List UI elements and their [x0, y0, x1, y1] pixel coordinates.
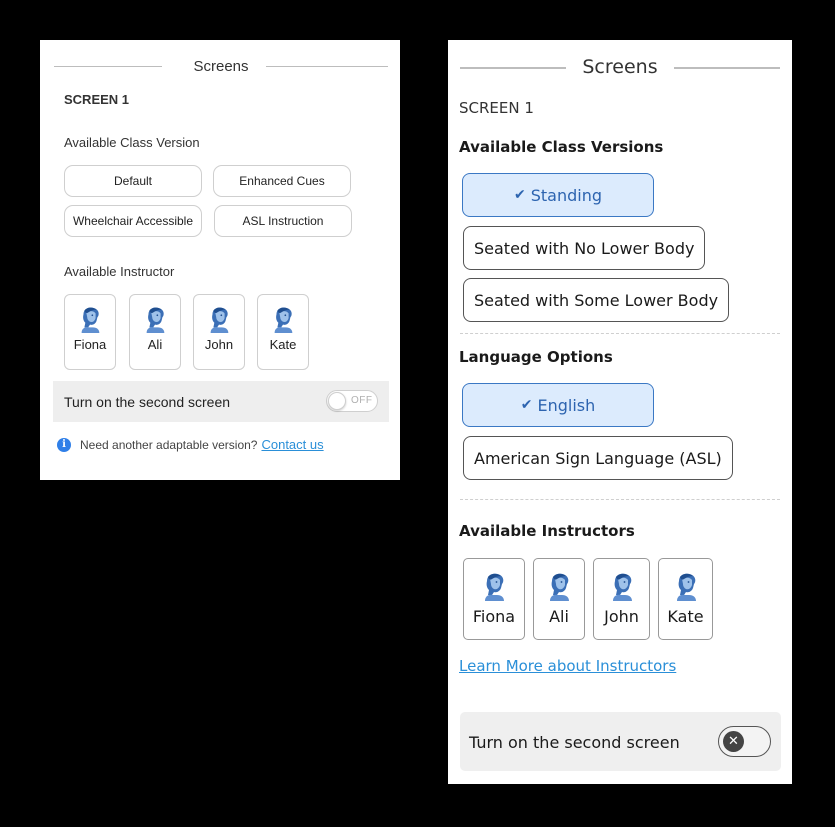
- avatar-icon: [205, 305, 233, 333]
- info-row: i Need another adaptable version? Contac…: [57, 437, 324, 452]
- option-label: Standing: [530, 185, 602, 205]
- instructor-name: John: [604, 607, 639, 626]
- second-screen-row: Turn on the second screen OFF: [53, 381, 389, 422]
- instructor-card-ali[interactable]: Ali: [533, 558, 585, 640]
- class-version-seated-some-lower[interactable]: Seated with Some Lower Body: [463, 278, 730, 322]
- second-screen-row: Turn on the second screen ✕: [460, 712, 781, 771]
- option-label: English: [537, 395, 596, 415]
- avatar-icon: [607, 571, 637, 601]
- contact-us-link[interactable]: Contact us: [261, 437, 323, 452]
- class-version-wheelchair[interactable]: Wheelchair Accessible: [64, 205, 202, 237]
- instructor-name: Kate: [667, 607, 704, 626]
- instructor-name: Ali: [147, 337, 163, 352]
- info-icon: i: [57, 437, 71, 452]
- header-divider-right: [674, 67, 780, 69]
- panel-header: Screens: [460, 56, 780, 80]
- section-divider: [460, 499, 780, 500]
- instructor-name: Fiona: [73, 337, 107, 352]
- avatar-icon: [544, 571, 574, 601]
- instructor-card-fiona[interactable]: Fiona: [64, 294, 116, 370]
- avatar-icon: [141, 305, 169, 333]
- instructor-name: Fiona: [472, 607, 516, 626]
- toggle-knob: [328, 392, 346, 410]
- instructors-heading: Available Instructors: [459, 522, 635, 540]
- second-screen-label: Turn on the second screen: [64, 394, 231, 410]
- instructor-card-john[interactable]: John: [193, 294, 245, 370]
- class-version-default[interactable]: Default: [64, 165, 202, 197]
- language-asl[interactable]: American Sign Language (ASL): [463, 436, 733, 480]
- instructor-name: Ali: [549, 607, 569, 626]
- screens-panel-compact: Screens SCREEN 1 Available Class Version…: [40, 40, 400, 480]
- class-versions-heading: Available Class Versions: [459, 138, 664, 156]
- class-version-heading: Available Class Version: [64, 135, 200, 150]
- class-version-standing[interactable]: ✔ Standing: [462, 173, 654, 217]
- close-icon: ✕: [723, 731, 744, 752]
- header-divider-right: [266, 66, 388, 67]
- screen-label: SCREEN 1: [64, 92, 130, 107]
- instructor-name: Kate: [269, 337, 297, 352]
- learn-more-instructors-link[interactable]: Learn More about Instructors: [459, 657, 676, 675]
- class-version-seated-no-lower[interactable]: Seated with No Lower Body: [463, 226, 706, 270]
- screen-label: SCREEN 1: [459, 99, 534, 117]
- toggle-state-label: OFF: [351, 395, 373, 406]
- instructor-card-kate[interactable]: Kate: [257, 294, 309, 370]
- avatar-icon: [76, 305, 104, 333]
- checkmark-icon: ✔: [520, 397, 533, 413]
- checkmark-icon: ✔: [513, 187, 526, 203]
- language-english[interactable]: ✔ English: [462, 383, 654, 427]
- avatar-icon: [671, 571, 701, 601]
- class-version-asl[interactable]: ASL Instruction: [214, 205, 352, 237]
- panel-header: Screens: [54, 58, 388, 76]
- avatar-icon: [479, 571, 509, 601]
- second-screen-toggle[interactable]: ✕: [718, 726, 771, 757]
- screens-panel-expanded: Screens SCREEN 1 Available Class Version…: [448, 40, 792, 784]
- instructor-card-john[interactable]: John: [593, 558, 650, 640]
- class-version-enhanced-cues[interactable]: Enhanced Cues: [213, 165, 351, 197]
- instructor-card-fiona[interactable]: Fiona: [463, 558, 525, 640]
- second-screen-toggle[interactable]: OFF: [326, 390, 378, 412]
- language-heading: Language Options: [459, 348, 613, 366]
- instructor-card-ali[interactable]: Ali: [129, 294, 181, 370]
- section-divider: [460, 333, 780, 334]
- instructor-card-kate[interactable]: Kate: [658, 558, 713, 640]
- instructor-name: John: [204, 337, 234, 352]
- second-screen-label: Turn on the second screen: [469, 733, 680, 752]
- avatar-icon: [269, 305, 297, 333]
- info-text: Need another adaptable version?: [80, 437, 258, 452]
- instructor-heading: Available Instructor: [64, 264, 175, 279]
